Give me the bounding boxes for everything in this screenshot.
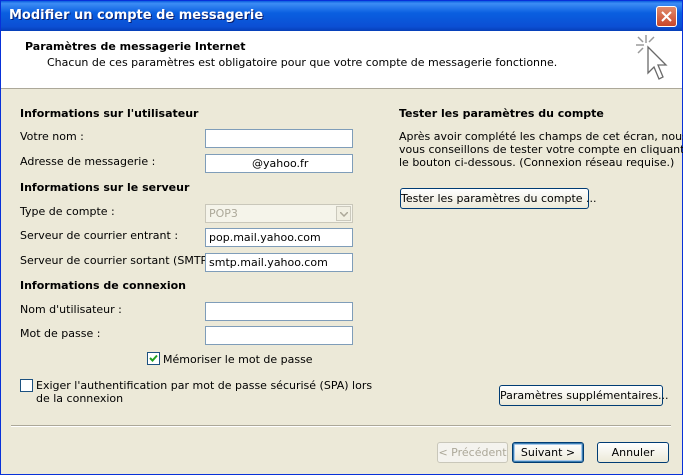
account-type-label: Type de compte : [20,205,115,218]
window-title: Modifier un compte de messagerie [9,8,264,23]
cursor-sparkle-icon [636,35,668,80]
footer-separator [11,425,671,427]
outgoing-server-field[interactable] [205,253,353,272]
account-type-value: POP3 [209,207,238,220]
name-input[interactable] [209,132,349,145]
password-input[interactable] [209,329,349,342]
incoming-server-field[interactable] [205,228,353,247]
name-label: Votre nom : [20,130,84,143]
title-bar[interactable]: Modifier un compte de messagerie [1,1,682,31]
outgoing-server-input[interactable] [209,256,349,269]
email-input[interactable] [209,157,349,170]
test-description-line2: vous conseillons de tester votre compte … [399,143,683,156]
account-type-select[interactable]: POP3 [205,204,353,223]
test-description-line1: Après avoir complété les champs de cet é… [399,130,683,143]
spa-checkbox[interactable] [20,379,33,392]
remember-password-checkbox[interactable] [147,352,160,365]
next-button[interactable]: Suivant > [512,442,584,463]
remember-password-label[interactable]: Mémoriser le mot de passe [163,353,313,366]
cancel-button[interactable]: Annuler [597,442,669,463]
incoming-server-label: Serveur de courrier entrant : [20,229,179,242]
dropdown-arrow[interactable] [336,206,351,221]
username-label: Nom d'utilisateur : [20,303,122,316]
name-field[interactable] [205,129,353,148]
email-label: Adresse de messagerie : [20,155,156,168]
back-button[interactable]: < Précédent [437,442,508,463]
dialog-window: Modifier un compte de messagerie Paramèt… [0,0,683,475]
checkmark-icon [149,354,158,362]
close-icon [661,11,672,22]
password-label: Mot de passe : [20,327,101,340]
header-subtitle: Chacun de ces paramètres est obligatoire… [47,56,558,69]
spa-label-line2[interactable]: de la connexion [36,392,123,405]
header-title: Paramètres de messagerie Internet [25,40,246,53]
more-settings-button[interactable]: Paramètres supplémentaires... [499,385,669,406]
username-input[interactable] [209,305,349,318]
test-heading: Tester les paramètres du compte [399,107,604,120]
header-panel: Paramètres de messagerie Internet Chacun… [1,31,682,89]
login-info-heading: Informations de connexion [20,279,186,292]
test-description-line3: le bouton ci-dessous. (Connexion réseau … [399,156,675,169]
outgoing-server-label: Serveur de courrier sortant (SMTP) : [20,254,219,267]
close-button[interactable] [656,6,677,27]
server-info-heading: Informations sur le serveur [20,181,190,194]
chevron-down-icon [340,212,348,217]
incoming-server-input[interactable] [209,231,349,244]
test-settings-button[interactable]: Tester les paramètres du compte ... [400,188,597,209]
user-info-heading: Informations sur l'utilisateur [20,107,199,120]
password-field[interactable] [205,326,353,345]
spa-label-line1[interactable]: Exiger l'authentification par mot de pas… [36,379,372,392]
username-field[interactable] [205,302,353,321]
email-field[interactable] [205,154,353,173]
